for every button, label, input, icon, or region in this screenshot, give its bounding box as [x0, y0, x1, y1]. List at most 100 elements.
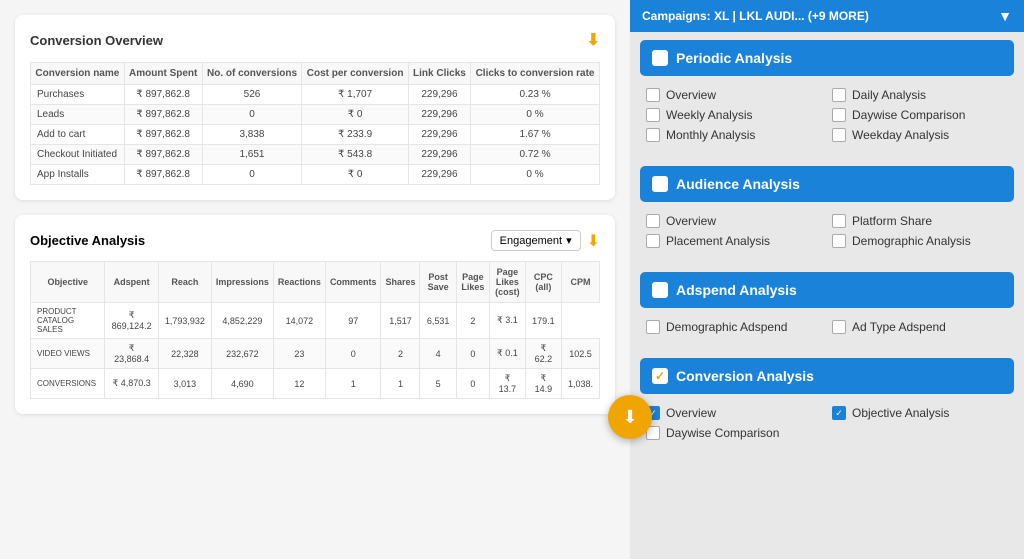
table-cell: ₹ 23,868.4 — [105, 339, 158, 369]
table-cell: 1.67 % — [471, 125, 600, 145]
periodic-checkbox[interactable] — [652, 50, 668, 66]
periodic-option-daily[interactable]: Daily Analysis — [832, 88, 1008, 102]
table-cell: ₹ 13.7 — [489, 369, 525, 399]
conversion-analysis-section: Conversion Analysis Overview Objective A… — [640, 358, 1014, 448]
conv-col-header: Conversion name — [31, 63, 125, 85]
periodic-option-overview[interactable]: Overview — [646, 88, 822, 102]
conversion-option-daywise[interactable]: Daywise Comparison — [646, 426, 822, 440]
conversion-analysis-header: Conversion Analysis — [640, 358, 1014, 394]
adspend-demographic-checkbox[interactable] — [646, 320, 660, 334]
audience-option-placement[interactable]: Placement Analysis — [646, 234, 822, 248]
obj-col-header: CPC (all) — [525, 262, 561, 303]
floating-download-button[interactable]: ⬇ — [608, 395, 652, 439]
conversion-section-title: Conversion Analysis — [676, 368, 814, 384]
audience-option-platform[interactable]: Platform Share — [832, 214, 1008, 228]
table-cell: 97 — [325, 303, 381, 339]
table-cell: 3,838 — [202, 125, 302, 145]
table-cell: 2 — [456, 303, 489, 339]
audience-checkbox[interactable] — [652, 176, 668, 192]
table-cell: ₹ 897,862.8 — [124, 165, 202, 185]
right-panel: Campaigns: XL | LKL AUDI... (+9 MORE) ▼ … — [630, 0, 1024, 559]
table-cell: 0 % — [471, 105, 600, 125]
table-cell: 229,296 — [408, 145, 470, 165]
objective-table: ObjectiveAdspentReachImpressionsReaction… — [30, 261, 600, 399]
audience-placement-checkbox[interactable] — [646, 234, 660, 248]
table-cell: ₹ 0 — [302, 165, 408, 185]
table-cell: 229,296 — [408, 85, 470, 105]
adspend-options: Demographic Adspend Ad Type Adspend — [640, 316, 1014, 342]
periodic-daywise-checkbox[interactable] — [832, 108, 846, 122]
table-cell: 12 — [273, 369, 325, 399]
objective-table-header: ObjectiveAdspentReachImpressionsReaction… — [31, 262, 600, 303]
obj-col-header: Shares — [381, 262, 420, 303]
table-cell: 14,072 — [273, 303, 325, 339]
periodic-monthly-checkbox[interactable] — [646, 128, 660, 142]
table-cell: ₹ 543.8 — [302, 145, 408, 165]
audience-overview-checkbox[interactable] — [646, 214, 660, 228]
engagement-button[interactable]: Engagement ▾ — [491, 230, 581, 251]
conversion-table-body: Purchases₹ 897,862.8526₹ 1,707229,2960.2… — [31, 85, 600, 185]
table-cell: 23 — [273, 339, 325, 369]
obj-col-header: Impressions — [211, 262, 273, 303]
periodic-daily-checkbox[interactable] — [832, 88, 846, 102]
table-cell: Add to cart — [31, 125, 125, 145]
table-cell: 0.23 % — [471, 85, 600, 105]
table-cell: ₹ 1,707 — [302, 85, 408, 105]
conversion-option-overview[interactable]: Overview — [646, 406, 822, 420]
download-icon-objective[interactable]: ⬇ — [587, 231, 600, 251]
audience-option-demographic[interactable]: Demographic Analysis — [832, 234, 1008, 248]
obj-col-header: Adspent — [105, 262, 158, 303]
table-cell: 4,690 — [211, 369, 273, 399]
campaigns-header: Campaigns: XL | LKL AUDI... (+9 MORE) ▼ — [630, 0, 1024, 32]
periodic-weekly-checkbox[interactable] — [646, 108, 660, 122]
obj-col-header: Page Likes (cost) — [489, 262, 525, 303]
table-cell: Leads — [31, 105, 125, 125]
audience-demographic-checkbox[interactable] — [832, 234, 846, 248]
filter-icon[interactable]: ▼ — [998, 8, 1012, 24]
adspend-option-demographic[interactable]: Demographic Adspend — [646, 320, 822, 334]
periodic-option-weekday[interactable]: Weekday Analysis — [832, 128, 1008, 142]
adspend-adtype-checkbox[interactable] — [832, 320, 846, 334]
table-cell: 229,296 — [408, 105, 470, 125]
campaigns-label: Campaigns: XL | LKL AUDI... (+9 MORE) — [642, 9, 869, 23]
obj-col-header: Reactions — [273, 262, 325, 303]
table-cell: App Installs — [31, 165, 125, 185]
periodic-option-monthly[interactable]: Monthly Analysis — [646, 128, 822, 142]
table-cell: 0 — [456, 369, 489, 399]
conversion-section-checkbox[interactable] — [652, 368, 668, 384]
conversion-table-header: Conversion nameAmount SpentNo. of conver… — [31, 63, 600, 85]
table-row: Leads₹ 897,862.80₹ 0229,2960 % — [31, 105, 600, 125]
table-cell: 229,296 — [408, 165, 470, 185]
table-cell: ₹ 4,870.3 — [105, 369, 158, 399]
table-cell: 526 — [202, 85, 302, 105]
table-cell: 0 % — [471, 165, 600, 185]
audience-platform-checkbox[interactable] — [832, 214, 846, 228]
conv-col-header: Link Clicks — [408, 63, 470, 85]
conv-col-header: Clicks to conversion rate — [471, 63, 600, 85]
conversion-option-objective[interactable]: Objective Analysis — [832, 406, 1008, 420]
periodic-option-daywise[interactable]: Daywise Comparison — [832, 108, 1008, 122]
table-cell: CONVERSIONS — [31, 369, 105, 399]
conversion-objective-checkbox[interactable] — [832, 406, 846, 420]
table-cell: 5 — [420, 369, 456, 399]
audience-option-overview[interactable]: Overview — [646, 214, 822, 228]
audience-title: Audience Analysis — [676, 176, 800, 192]
objective-analysis-header: Objective Analysis Engagement ▾ ⬇ — [30, 230, 600, 251]
adspend-analysis-header: Adspend Analysis — [640, 272, 1014, 308]
table-cell: 0 — [202, 165, 302, 185]
table-cell: ₹ 62.2 — [525, 339, 561, 369]
download-icon[interactable]: ⬇ — [587, 30, 600, 50]
adspend-option-adtype[interactable]: Ad Type Adspend — [832, 320, 1008, 334]
adspend-checkbox[interactable] — [652, 282, 668, 298]
periodic-overview-checkbox[interactable] — [646, 88, 660, 102]
adspend-analysis-section: Adspend Analysis Demographic Adspend Ad … — [640, 272, 1014, 342]
table-cell: ₹ 0.1 — [489, 339, 525, 369]
periodic-weekday-checkbox[interactable] — [832, 128, 846, 142]
table-cell: ₹ 869,124.2 — [105, 303, 158, 339]
obj-col-header: Objective — [31, 262, 105, 303]
periodic-option-weekly[interactable]: Weekly Analysis — [646, 108, 822, 122]
objective-title-text: Objective Analysis — [30, 233, 145, 248]
table-cell: 4,852,229 — [211, 303, 273, 339]
periodic-title: Periodic Analysis — [676, 50, 792, 66]
table-cell: ₹ 0 — [302, 105, 408, 125]
